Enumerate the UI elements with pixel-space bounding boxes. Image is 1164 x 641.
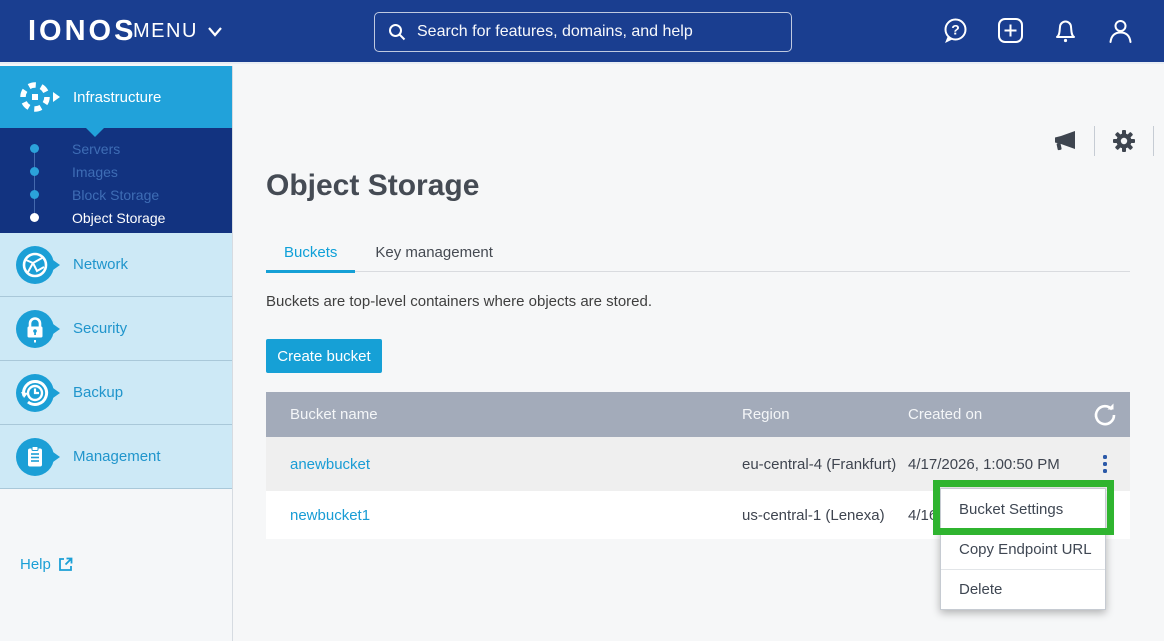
- tab-bar: Buckets Key management: [266, 234, 1130, 272]
- chevron-down-icon: [207, 26, 223, 38]
- region-cell: us-central-1 (Lenexa): [742, 507, 908, 524]
- megaphone-icon[interactable]: [1052, 129, 1078, 153]
- svg-text:?: ?: [951, 22, 960, 38]
- sidebar-item-security[interactable]: Security: [0, 297, 232, 361]
- help-link[interactable]: Help: [20, 556, 73, 573]
- global-search[interactable]: [374, 12, 792, 52]
- search-input[interactable]: [417, 23, 779, 41]
- help-bubble-icon[interactable]: ?: [942, 17, 969, 44]
- sidebar-item-network[interactable]: Network: [0, 233, 232, 297]
- column-bucket-name: Bucket name: [266, 406, 742, 423]
- sidebar-subitem-block-storage[interactable]: Block Storage: [0, 183, 232, 206]
- row-actions-kebab-icon[interactable]: [1099, 451, 1111, 477]
- external-link-icon: [58, 557, 73, 572]
- bullet-icon: [30, 144, 39, 153]
- table-row: anewbucket eu-central-4 (Frankfurt) 4/17…: [266, 437, 1130, 491]
- ionos-logo: IONOS: [28, 15, 136, 48]
- backup-clock-icon: [16, 374, 54, 412]
- search-icon: [387, 22, 407, 42]
- refresh-icon[interactable]: [1093, 403, 1130, 427]
- bucket-link[interactable]: newbucket1: [290, 507, 370, 524]
- sidebar-navigation: Infrastructure Servers Images Block Stor…: [0, 66, 233, 641]
- bullet-icon: [30, 213, 39, 222]
- user-icon[interactable]: [1107, 17, 1134, 44]
- tab-key-management[interactable]: Key management: [357, 234, 511, 271]
- infrastructure-icon: [16, 78, 54, 116]
- bucket-context-menu: Bucket Settings Copy Endpoint URL Delete: [940, 488, 1106, 610]
- column-created-on: Created on: [908, 406, 1080, 423]
- page-description: Buckets are top-level containers where o…: [266, 293, 652, 310]
- sidebar-subitem-object-storage[interactable]: Object Storage: [0, 206, 232, 229]
- add-icon[interactable]: [997, 17, 1024, 44]
- page-title: Object Storage: [266, 169, 479, 203]
- network-icon: [16, 246, 54, 284]
- top-navigation-bar: IONOS MENU ?: [0, 0, 1164, 64]
- infrastructure-submenu: Servers Images Block Storage Object Stor…: [0, 128, 232, 233]
- created-cell: 4/17/2026, 1:00:50 PM: [908, 456, 1080, 473]
- sidebar-item-infrastructure[interactable]: Infrastructure: [0, 66, 232, 128]
- sidebar-item-management[interactable]: Management: [0, 425, 232, 489]
- sidebar-item-label: Infrastructure: [73, 89, 161, 106]
- divider: [1094, 126, 1095, 156]
- bucket-link[interactable]: anewbucket: [290, 456, 370, 473]
- menu-item-delete[interactable]: Delete: [941, 569, 1105, 609]
- gear-icon[interactable]: [1111, 128, 1137, 154]
- sidebar-item-backup[interactable]: Backup: [0, 361, 232, 425]
- main-content: Object Storage Buckets Key management Bu…: [234, 66, 1164, 641]
- bullet-icon: [30, 190, 39, 199]
- sidebar-subitem-images[interactable]: Images: [0, 160, 232, 183]
- sidebar-subitem-servers[interactable]: Servers: [0, 137, 232, 160]
- shield-lock-icon: [16, 310, 54, 348]
- menu-label: MENU: [133, 20, 198, 43]
- management-clipboard-icon: [16, 438, 54, 476]
- table-header: Bucket name Region Created on: [266, 392, 1130, 437]
- menu-item-copy-endpoint-url[interactable]: Copy Endpoint URL: [941, 529, 1105, 569]
- tab-buckets[interactable]: Buckets: [266, 234, 355, 273]
- menu-item-bucket-settings[interactable]: Bucket Settings: [941, 489, 1105, 529]
- region-cell: eu-central-4 (Frankfurt): [742, 456, 908, 473]
- notifications-bell-icon[interactable]: [1052, 17, 1079, 44]
- divider: [1153, 126, 1154, 156]
- bullet-icon: [30, 167, 39, 176]
- column-region: Region: [742, 406, 908, 423]
- create-bucket-button[interactable]: Create bucket: [266, 339, 382, 373]
- menu-button[interactable]: MENU: [133, 20, 223, 43]
